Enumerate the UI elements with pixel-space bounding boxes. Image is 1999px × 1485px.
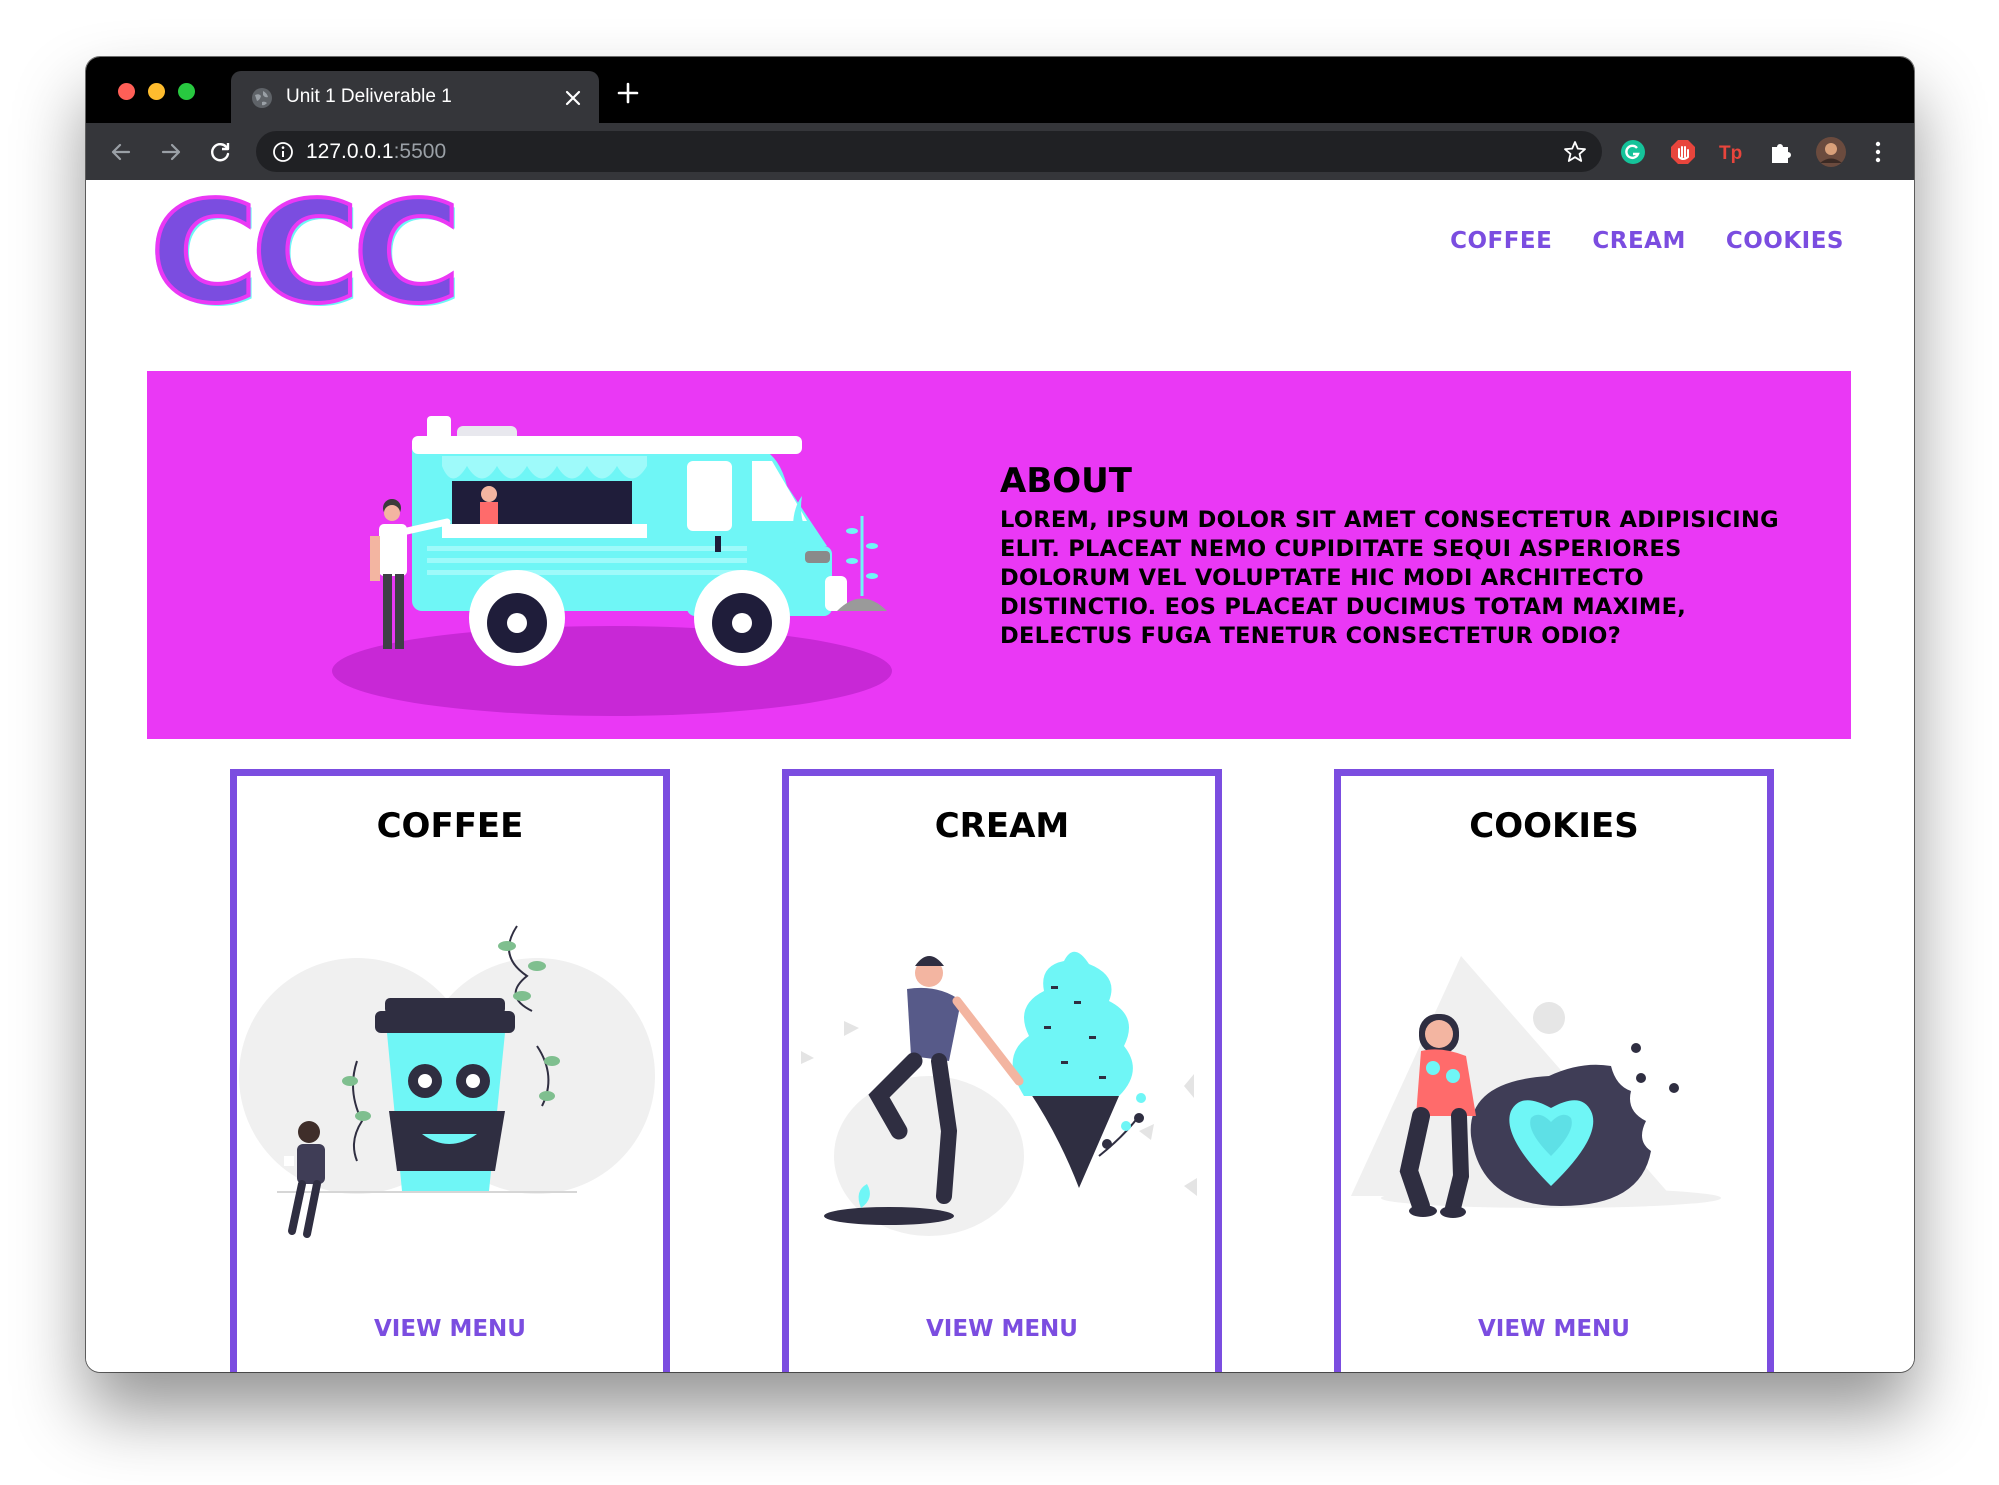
site-logo[interactable]: CCC [148, 182, 463, 326]
cookie-illustration [1351, 956, 1721, 1218]
svg-text:Tp: Tp [1719, 143, 1742, 164]
browser-window: Unit 1 Deliverable 1 127.0.0.1:5500 Tp C… [86, 57, 1914, 1372]
close-window-button[interactable] [118, 83, 135, 100]
extensions-puzzle-icon[interactable] [1767, 138, 1795, 166]
bookmark-star-icon[interactable] [1562, 139, 1588, 165]
new-tab-icon[interactable] [616, 81, 640, 105]
card-coffee: COFFEE VIEW MENU [230, 769, 670, 1372]
card-cookies: COOKIES VIEW MENU [1334, 769, 1774, 1372]
card-title-coffee: COFFEE [376, 806, 524, 846]
tab-strip: Unit 1 Deliverable 1 [86, 57, 1914, 125]
card-title-cream: CREAM [934, 806, 1070, 846]
forward-arrow-icon[interactable] [158, 139, 184, 165]
ice-cream-illustration [801, 951, 1197, 1236]
minimize-window-button[interactable] [148, 83, 165, 100]
coffee-cup-illustration [239, 925, 655, 1238]
about-paragraph: Lorem, ipsum dolor sit amet consectetur … [1000, 507, 1779, 649]
adblock-extension-icon[interactable] [1669, 138, 1697, 166]
nav-link-cookies[interactable]: COOKIES [1726, 228, 1844, 254]
main-nav: COFFEE CREAM COOKIES [1450, 228, 1844, 254]
reload-icon[interactable] [207, 139, 233, 165]
maximize-window-button[interactable] [178, 83, 195, 100]
profile-avatar[interactable] [1815, 136, 1847, 168]
grammarly-extension-icon[interactable] [1619, 138, 1647, 166]
site-info-icon[interactable] [272, 141, 294, 163]
web-page: CCC COFFEE CREAM COOKIES ABOUT LOREM, IP… [86, 180, 1914, 1372]
nav-link-cream[interactable]: CREAM [1592, 228, 1686, 254]
about-heading: ABOUT [1000, 461, 1132, 501]
browser-tab[interactable]: Unit 1 Deliverable 1 [231, 71, 599, 125]
close-tab-icon[interactable] [563, 88, 583, 108]
view-menu-link-coffee[interactable]: VIEW MENU [237, 1316, 663, 1342]
globe-icon [252, 88, 272, 108]
menu-kebab-icon[interactable] [1864, 138, 1892, 166]
tp-extension-icon[interactable]: Tp [1718, 138, 1746, 166]
card-title-cookies: COOKIES [1469, 806, 1639, 846]
about-banner: ABOUT Lorem, ipsum dolor sit amet consec… [147, 371, 1851, 739]
back-arrow-icon[interactable] [108, 139, 134, 165]
url-text: 127.0.0.1:5500 [306, 140, 446, 164]
url-port: :5500 [393, 140, 447, 163]
address-bar[interactable]: 127.0.0.1:5500 [256, 131, 1602, 172]
card-cream: CREAM VIEW MENU [782, 769, 1222, 1372]
view-menu-link-cream[interactable]: VIEW MENU [789, 1316, 1215, 1342]
food-truck-illustration [332, 416, 892, 716]
url-host: 127.0.0.1 [306, 140, 394, 163]
tab-title: Unit 1 Deliverable 1 [286, 86, 452, 107]
nav-link-coffee[interactable]: COFFEE [1450, 228, 1552, 254]
view-menu-link-cookies[interactable]: VIEW MENU [1341, 1316, 1767, 1342]
